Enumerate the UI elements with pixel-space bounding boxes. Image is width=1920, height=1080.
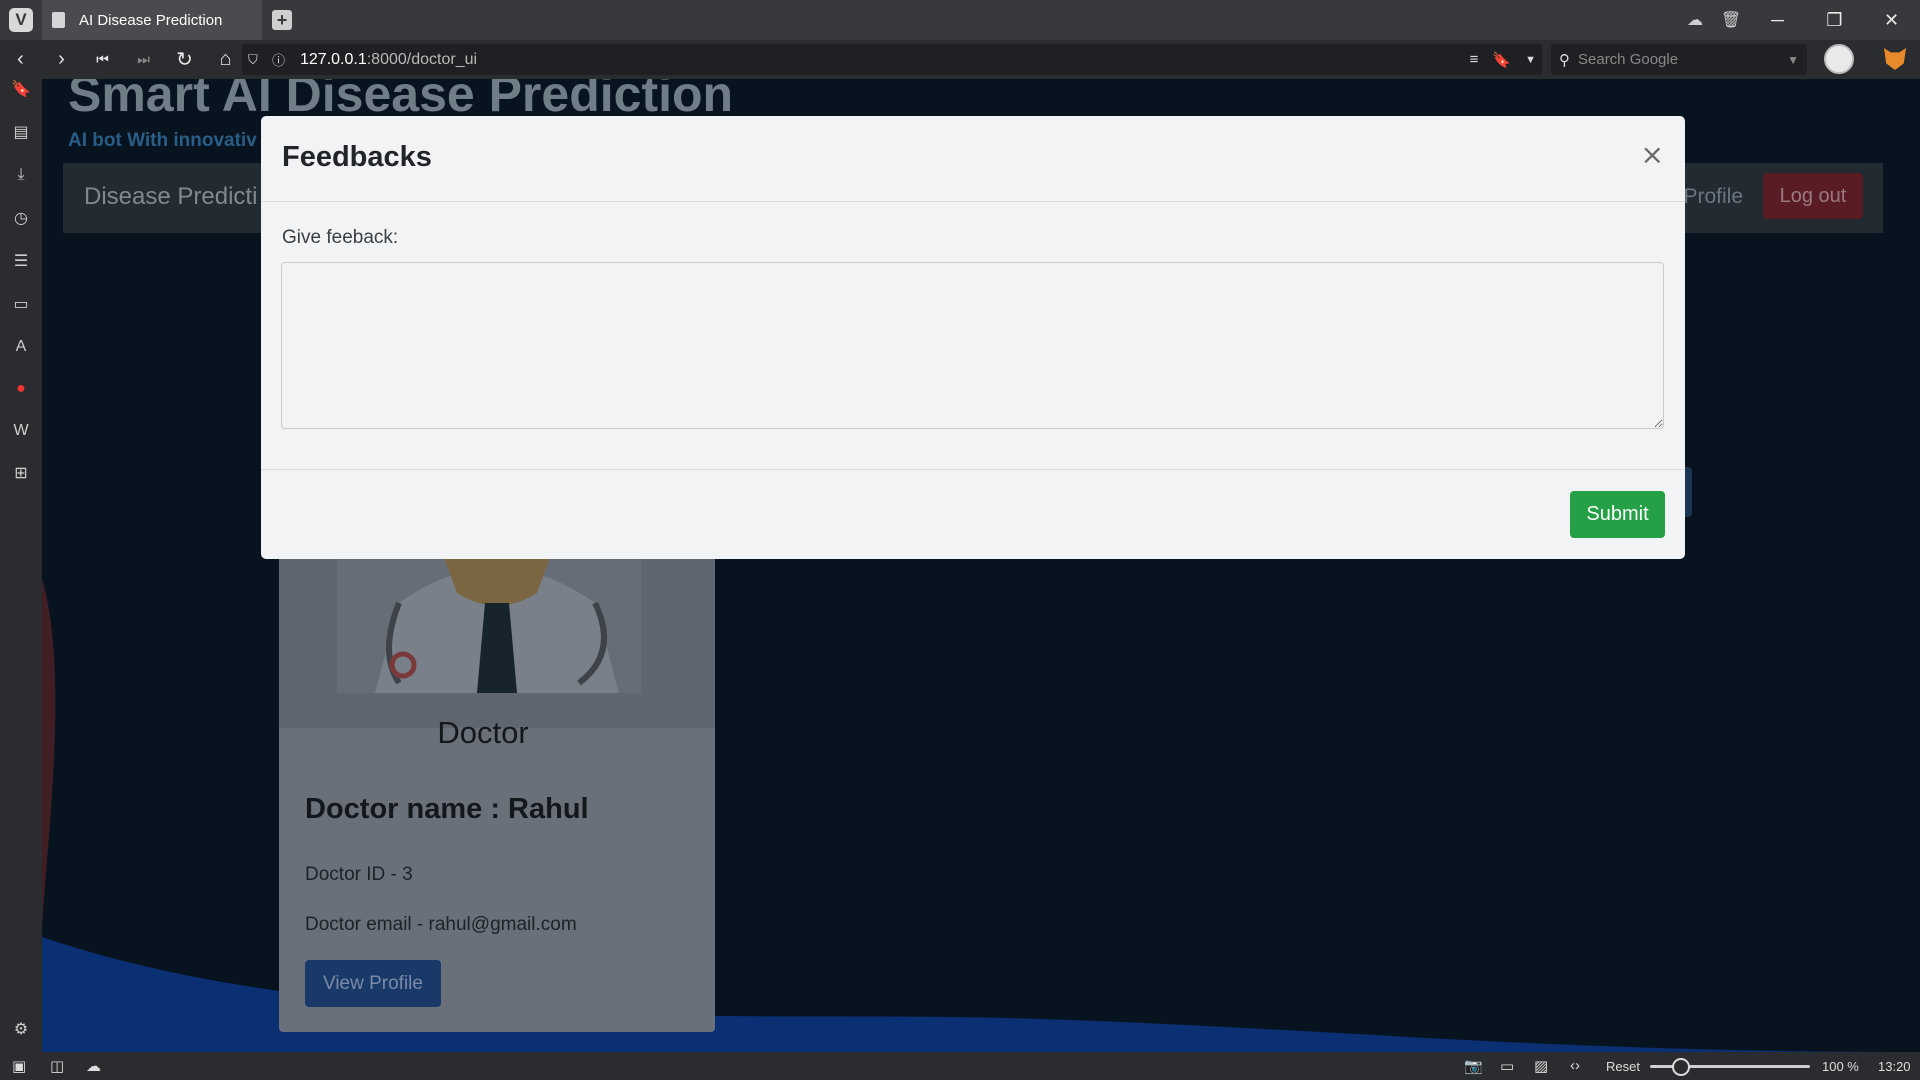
minimize-button[interactable]: ─ [1749,0,1806,40]
shield-icon[interactable]: ⛉ [248,52,266,68]
home-icon[interactable]: ⌂ [205,40,246,79]
capture-camera-icon[interactable]: 📷 [1464,1057,1483,1075]
doctor-avatar-image [279,543,715,728]
notes-icon[interactable]: ☰ [11,251,31,271]
browser-status-bar: ▣ ◫ ☁ 📷 ▭ ▨ ‹› Reset 100 % 13:20 [0,1052,1920,1080]
url-input[interactable]: ⛉ ⓘ 127.0.0.1:8000/doctor_ui ≡ 🔖 ▼ [242,44,1542,75]
panel-toggle-icon[interactable]: ▣ [12,1057,26,1075]
back-icon[interactable]: ‹ [0,40,41,79]
nav-profile-link[interactable]: Profile [1683,185,1743,209]
rewind-icon[interactable]: ⏮ [82,40,123,79]
page-favicon-icon [52,12,65,28]
navbar-brand[interactable]: Disease Predicti [84,183,257,211]
browser-menu-logo[interactable]: V [0,0,42,40]
fast-forward-icon[interactable]: ⏭ [123,40,164,79]
wikipedia-icon[interactable]: W [11,421,31,441]
reader-view-icon[interactable]: ≡ [1470,51,1479,68]
bookmark-icon[interactable]: 🔖 [1492,51,1511,69]
vivaldi-panel-icon[interactable]: ● [11,379,31,399]
browser-tab-bar: V AI Disease Prediction + ☁ 🗑 ─ ❐ ✕ [0,0,1920,40]
reading-list-icon[interactable]: ▤ [11,122,31,142]
page-actions-icon[interactable]: ‹› [1570,1057,1580,1074]
close-window-button[interactable]: ✕ [1863,0,1920,40]
trash-icon[interactable]: 🗑 [1713,0,1749,40]
submit-button[interactable]: Submit [1570,491,1665,538]
forward-icon[interactable]: › [41,40,82,79]
view-profile-button[interactable]: View Profile [305,960,441,1007]
feedback-modal: Feedbacks × Give feeback: Submit [261,116,1685,559]
bookmarks-panel-icon[interactable]: 🔖 [11,79,31,99]
downloads-icon[interactable]: ⤓ [11,165,31,185]
site-info-icon[interactable]: ⓘ [272,50,290,69]
feedback-label: Give feeback: [282,227,399,248]
cloud-sync-icon[interactable]: ☁ [1677,0,1713,40]
browser-tab-active[interactable]: AI Disease Prediction [42,0,262,40]
modal-header: Feedbacks × [261,116,1685,202]
browser-side-panel: 🔖 ▤ ⤓ ◷ ☰ ▭ A ● W ⊞ ⚙ [0,79,42,1052]
new-tab-plus-icon[interactable]: + [272,10,292,30]
doctor-role-label: Doctor [437,715,529,750]
logout-button[interactable]: Log out [1763,173,1863,219]
close-icon[interactable]: × [1641,138,1664,171]
profile-avatar[interactable] [1824,44,1854,74]
modal-footer: Submit [261,469,1685,559]
vivaldi-logo-icon: V [9,8,33,32]
reload-icon[interactable]: ↻ [164,40,205,79]
zoom-slider-handle[interactable] [1672,1058,1690,1076]
translate-icon[interactable]: A [11,337,31,357]
images-icon[interactable]: ▨ [1534,1057,1548,1075]
url-host: 127.0.0.1 [300,50,367,68]
search-engine-dropdown-icon[interactable]: ▼ [1787,53,1799,67]
search-icon: ⚲ [1559,51,1570,69]
settings-gear-icon[interactable]: ⚙ [11,1019,31,1039]
search-input[interactable]: ⚲ Search Google ▼ [1551,44,1807,75]
feedback-textarea[interactable] [281,262,1664,429]
add-panel-icon[interactable]: ⊞ [11,463,31,483]
doctor-card: Doctor Doctor name : Rahul Doctor ID - 3… [279,543,715,1032]
tiling-icon[interactable]: ▭ [1500,1057,1514,1075]
zoom-reset-button[interactable]: Reset [1606,1059,1640,1074]
window-panel-icon[interactable]: ▭ [11,294,31,314]
address-toolbar: ‹ › ⏮ ⏭ ↻ ⌂ ⛉ ⓘ 127.0.0.1:8000/doctor_ui… [0,40,1920,79]
restore-button[interactable]: ❐ [1806,0,1863,40]
history-icon[interactable]: ◷ [11,208,31,228]
doctor-email: Doctor email - rahul@gmail.com [305,914,577,935]
clock: 13:20 [1878,1059,1911,1074]
sync-cloud-icon[interactable]: ☁ [86,1057,101,1075]
tab-tiling-icon[interactable]: ◫ [50,1057,64,1075]
url-text: 127.0.0.1:8000/doctor_ui [300,51,477,69]
doctor-name: Doctor name : Rahul [305,793,589,825]
tab-title: AI Disease Prediction [79,11,223,29]
doctor-illustration-icon [337,543,641,693]
modal-title: Feedbacks [282,141,432,173]
search-placeholder: Search Google [1578,51,1679,68]
url-path: :8000/doctor_ui [366,50,478,68]
doctor-id: Doctor ID - 3 [305,864,413,885]
site-subtitle: AI bot With innovativ [68,130,257,151]
zoom-level: 100 % [1822,1059,1859,1074]
chevron-down-icon[interactable]: ▼ [1525,54,1536,66]
